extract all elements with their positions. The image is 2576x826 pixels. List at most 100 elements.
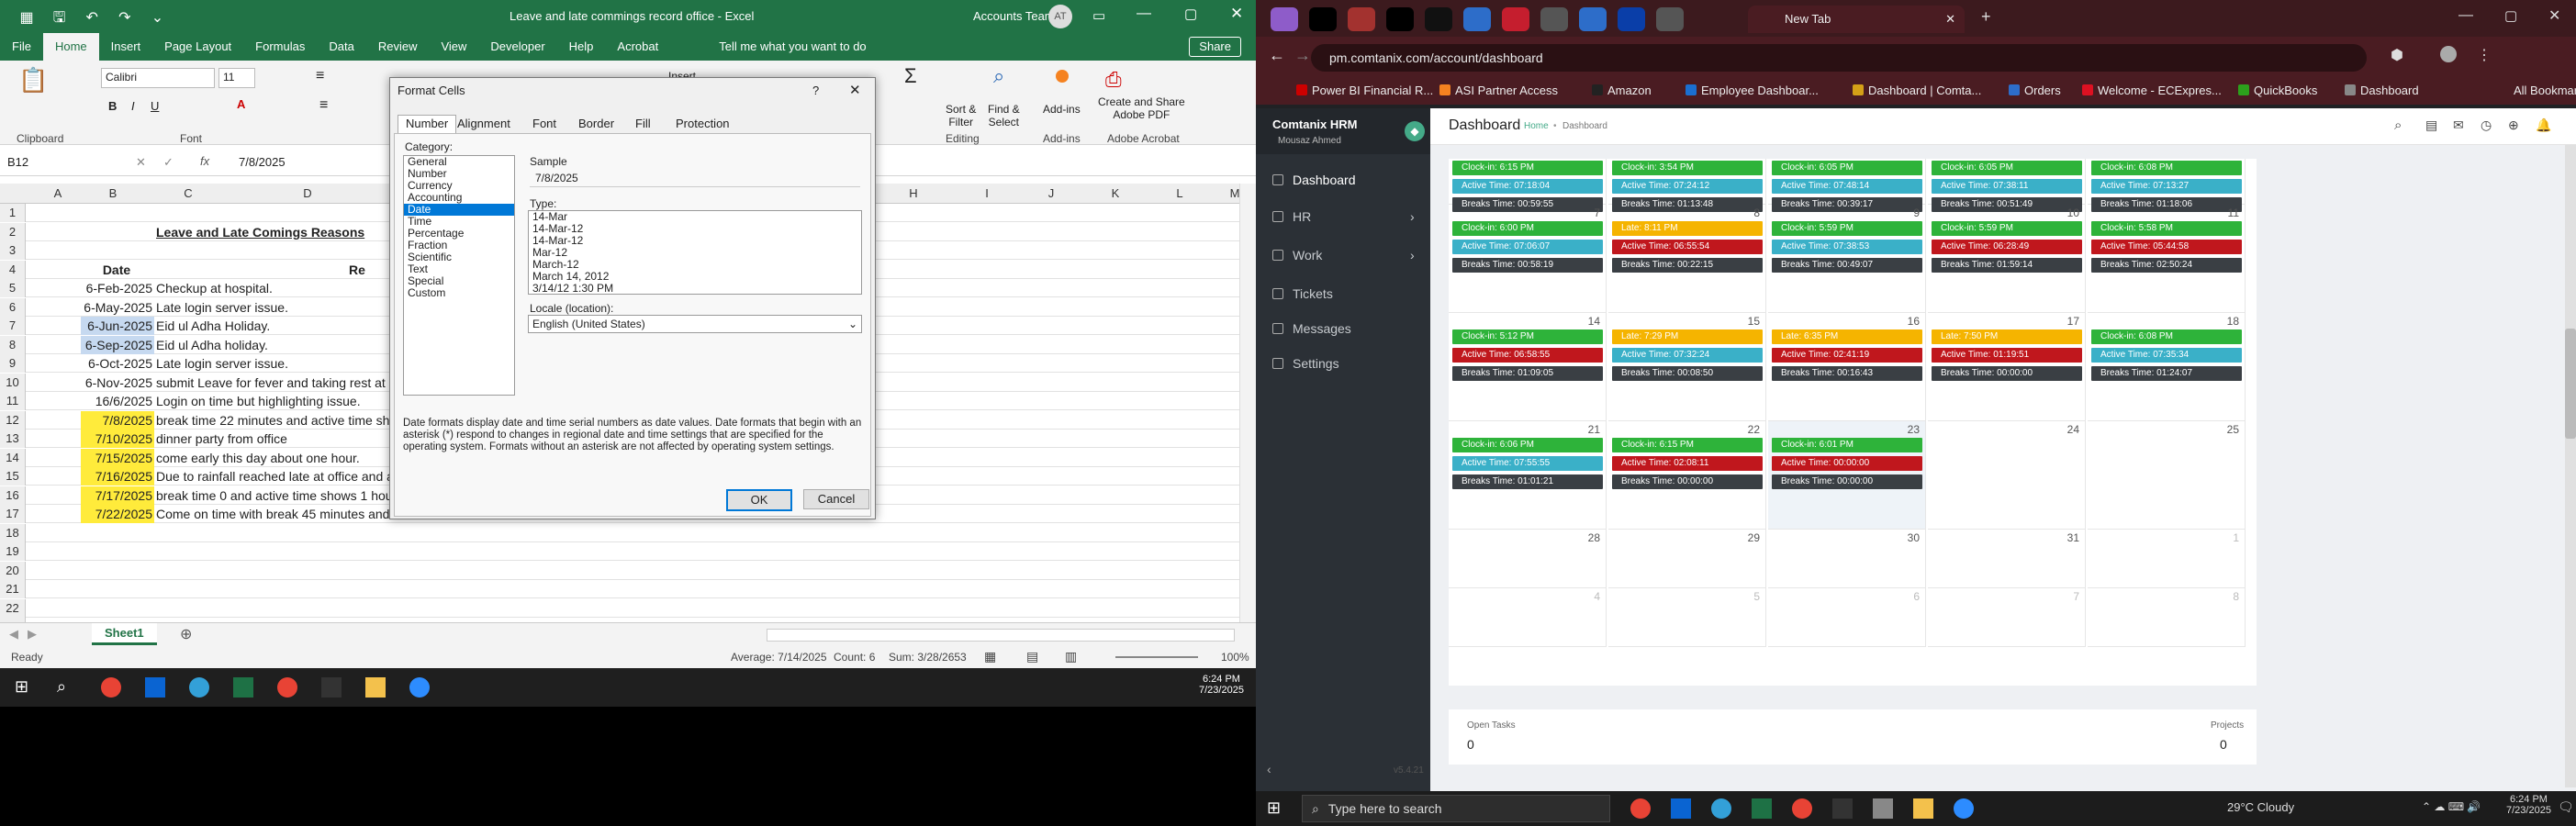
calendar-day[interactable]: 23 Clock-in: 6:01 PM Active Time: 00:00:00…: [1768, 421, 1926, 530]
reason-cell[interactable]: Eid ul Adha holiday.: [156, 336, 268, 354]
reason-cell[interactable]: submit Leave for fever and taking rest a…: [156, 374, 386, 392]
date-cell[interactable]: 7/22/2025: [81, 505, 154, 523]
attendance-badge[interactable]: Breaks Time: 01:01:21: [1452, 474, 1603, 489]
calendar-day[interactable]: 25: [2088, 421, 2246, 530]
addins-button[interactable]: Add-ins: [1043, 103, 1081, 116]
attendance-badge[interactable]: Active Time: 05:44:58: [2091, 240, 2242, 254]
row-number[interactable]: 17: [0, 505, 26, 523]
row-number[interactable]: 19: [0, 542, 26, 561]
breadcrumb-home[interactable]: Home: [1524, 121, 1549, 131]
autosum-icon[interactable]: Σ: [904, 64, 917, 88]
attendance-badge[interactable]: Clock-in: 5:59 PM: [1932, 221, 2082, 236]
reason-cell[interactable]: Login on time but highlighting issue.: [156, 392, 361, 410]
attendance-badge[interactable]: Clock-in: 3:54 PM: [1612, 161, 1763, 175]
dialog-tab-border[interactable]: Border: [570, 115, 622, 133]
page-scrollbar[interactable]: [2565, 145, 2576, 787]
pinned-tab-icon[interactable]: [1618, 7, 1645, 31]
windows-start-icon[interactable]: ⊞: [15, 677, 28, 697]
bookmark-item[interactable]: Amazon: [1592, 84, 1652, 97]
redo-icon[interactable]: ↷: [113, 8, 137, 27]
row-number[interactable]: 4: [0, 260, 26, 279]
notifications-icon[interactable]: 🗨: [2558, 799, 2574, 815]
sheet-heading[interactable]: Leave and Late Comings Reasons: [156, 223, 364, 241]
tab-data[interactable]: Data: [317, 33, 365, 61]
reason-cell[interactable]: Checkup at hospital.: [156, 279, 273, 297]
type-option[interactable]: 3/14/12 1:30 PM: [529, 283, 861, 295]
dialog-close-icon[interactable]: ✕: [849, 82, 861, 98]
bookmark-item[interactable]: QuickBooks: [2238, 84, 2317, 97]
row-number[interactable]: 2: [0, 222, 26, 241]
excel-taskbar-icon[interactable]: [1752, 798, 1772, 819]
font-color-icon[interactable]: A: [237, 97, 245, 111]
bookmark-item[interactable]: Orders: [2009, 84, 2061, 97]
nav-item-settings[interactable]: Settings: [1272, 356, 1339, 371]
bookmark-item[interactable]: Employee Dashboar...: [1686, 84, 1819, 97]
attendance-badge[interactable]: Breaks Time: 01:24:07: [2091, 366, 2242, 381]
calendar-day[interactable]: 30: [1768, 530, 1926, 588]
attendance-badge[interactable]: Late: 7:50 PM: [1932, 329, 2082, 344]
row-number[interactable]: 20: [0, 561, 26, 580]
forward-icon[interactable]: →: [1294, 46, 1311, 65]
bookmark-item[interactable]: Dashboard | Comta...: [1853, 84, 1981, 97]
nav-item-dashboard[interactable]: Dashboard: [1272, 173, 1356, 187]
edge-icon[interactable]: [189, 677, 209, 698]
all-bookmarks[interactable]: All Bookmarks: [2514, 84, 2576, 97]
row-number[interactable]: 22: [0, 598, 26, 618]
row-number[interactable]: 14: [0, 448, 26, 467]
file-explorer-icon[interactable]: [1913, 798, 1933, 819]
attendance-badge[interactable]: Late: 7:29 PM: [1612, 329, 1763, 344]
attendance-badge[interactable]: Breaks Time: 01:59:14: [1932, 258, 2082, 273]
date-column-header[interactable]: Date: [81, 261, 154, 279]
calendar-day[interactable]: Clock-in: 6:05 PM Active Time: 07:38:11 Br…: [1928, 159, 2086, 212]
attendance-badge[interactable]: Clock-in: 5:12 PM: [1452, 329, 1603, 344]
bookmark-item[interactable]: Power BI Financial R...: [1296, 84, 1433, 97]
row-number[interactable]: 15: [0, 467, 26, 486]
date-cell[interactable]: 6-Sep-2025: [81, 335, 154, 354]
calendar-day[interactable]: 16 Late: 6:35 PM Active Time: 02:41:19 Brea…: [1768, 313, 1926, 421]
nav-item-messages[interactable]: Messages: [1272, 321, 1351, 336]
avatar[interactable]: AT: [1048, 5, 1072, 28]
dialog-tab-number[interactable]: Number: [398, 115, 457, 133]
calendar-day[interactable]: 6: [1768, 588, 1926, 647]
reason-cell[interactable]: Eid ul Adha Holiday.: [156, 317, 270, 335]
projects-count[interactable]: 0: [2220, 737, 2227, 752]
page-break-icon[interactable]: ▥: [1065, 649, 1077, 664]
attendance-badge[interactable]: Active Time: 06:58:55: [1452, 348, 1603, 363]
reason-cell[interactable]: Come on time with break 45 minutes and: [156, 505, 389, 523]
row-number[interactable]: 12: [0, 410, 26, 430]
attendance-badge[interactable]: Breaks Time: 00:00:00: [1932, 366, 2082, 381]
row-number[interactable]: 21: [0, 580, 26, 598]
attendance-badge[interactable]: Clock-in: 5:58 PM: [2091, 221, 2242, 236]
scrollbar-thumb[interactable]: [2565, 329, 2576, 439]
tab-view[interactable]: View: [429, 33, 478, 61]
attendance-badge[interactable]: Clock-in: 6:15 PM: [1612, 438, 1763, 452]
calendar-day[interactable]: 14 Clock-in: 5:12 PM Active Time: 06:58:55…: [1449, 313, 1607, 421]
attendance-badge[interactable]: Active Time: 07:48:14: [1772, 179, 1922, 194]
chrome-icon[interactable]: [1630, 798, 1651, 819]
attendance-badge[interactable]: Breaks Time: 00:22:15: [1612, 258, 1763, 273]
cancel-formula-icon[interactable]: ✕: [136, 155, 146, 170]
pinned-tab-icon[interactable]: [1309, 7, 1337, 31]
column-header-d[interactable]: D: [294, 186, 321, 200]
minimize-icon[interactable]: —: [1137, 6, 1151, 22]
tab-home[interactable]: Home: [42, 33, 99, 61]
attendance-badge[interactable]: Clock-in: 6:00 PM: [1452, 221, 1603, 236]
attendance-badge[interactable]: Active Time: 07:06:07: [1452, 240, 1603, 254]
ribbon-display-icon[interactable]: ▭: [1092, 7, 1105, 24]
calendar-day[interactable]: 22 Clock-in: 6:15 PM Active Time: 02:08:11…: [1608, 421, 1766, 530]
tray-icons[interactable]: ⌃ ☁ ⌨ 🔊: [2422, 800, 2481, 813]
attendance-badge[interactable]: Clock-in: 6:08 PM: [2091, 161, 2242, 175]
new-tab-icon[interactable]: +: [1981, 7, 1991, 27]
formula-input[interactable]: 7/8/2025: [239, 155, 286, 169]
align-top-icon[interactable]: ≡: [316, 68, 324, 84]
tab-formulas[interactable]: Formulas: [243, 33, 317, 61]
attendance-badge[interactable]: Breaks Time: 00:00:00: [1612, 474, 1763, 489]
zoom-app-icon[interactable]: [1954, 798, 1974, 819]
chrome-minimize-icon[interactable]: —: [2458, 7, 2473, 24]
locale-select[interactable]: English (United States) ⌄: [528, 315, 862, 333]
zoom-app-icon[interactable]: [409, 677, 430, 698]
pinned-tab-icon[interactable]: [1348, 7, 1375, 31]
calendar-day[interactable]: 9 Clock-in: 5:59 PM Active Time: 07:38:53 B…: [1768, 205, 1926, 313]
date-cell[interactable]: 7/10/2025: [81, 430, 154, 448]
dialog-tab-font[interactable]: Font: [524, 115, 565, 133]
